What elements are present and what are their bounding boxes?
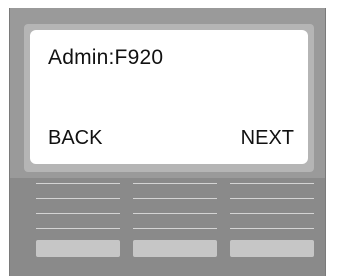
line-key-3-top	[230, 183, 314, 184]
line-key-1-bottom	[36, 213, 120, 214]
line-key-1-mid	[36, 198, 120, 199]
screen-title: Admin:F920	[48, 46, 164, 69]
lcd-screen: Admin:F920 BACK NEXT	[30, 30, 308, 164]
softkey-button-1[interactable]	[36, 240, 120, 257]
softkey-button-2[interactable]	[133, 240, 217, 257]
line-key-1-top	[36, 183, 120, 184]
line-key-3-bottom	[230, 213, 314, 214]
line-key-2-bottom	[133, 213, 217, 214]
line-key-3-mid	[230, 198, 314, 199]
next-softkey-label: NEXT	[240, 127, 294, 149]
line-key-2-base	[133, 228, 217, 229]
back-softkey-label: BACK	[48, 127, 103, 149]
softkey-button-3[interactable]	[230, 240, 314, 257]
line-key-2-top	[133, 183, 217, 184]
line-key-1-base	[36, 228, 120, 229]
line-key-3-base	[230, 228, 314, 229]
phone-device: Admin:F920 BACK NEXT	[9, 8, 326, 276]
line-key-2-mid	[133, 198, 217, 199]
